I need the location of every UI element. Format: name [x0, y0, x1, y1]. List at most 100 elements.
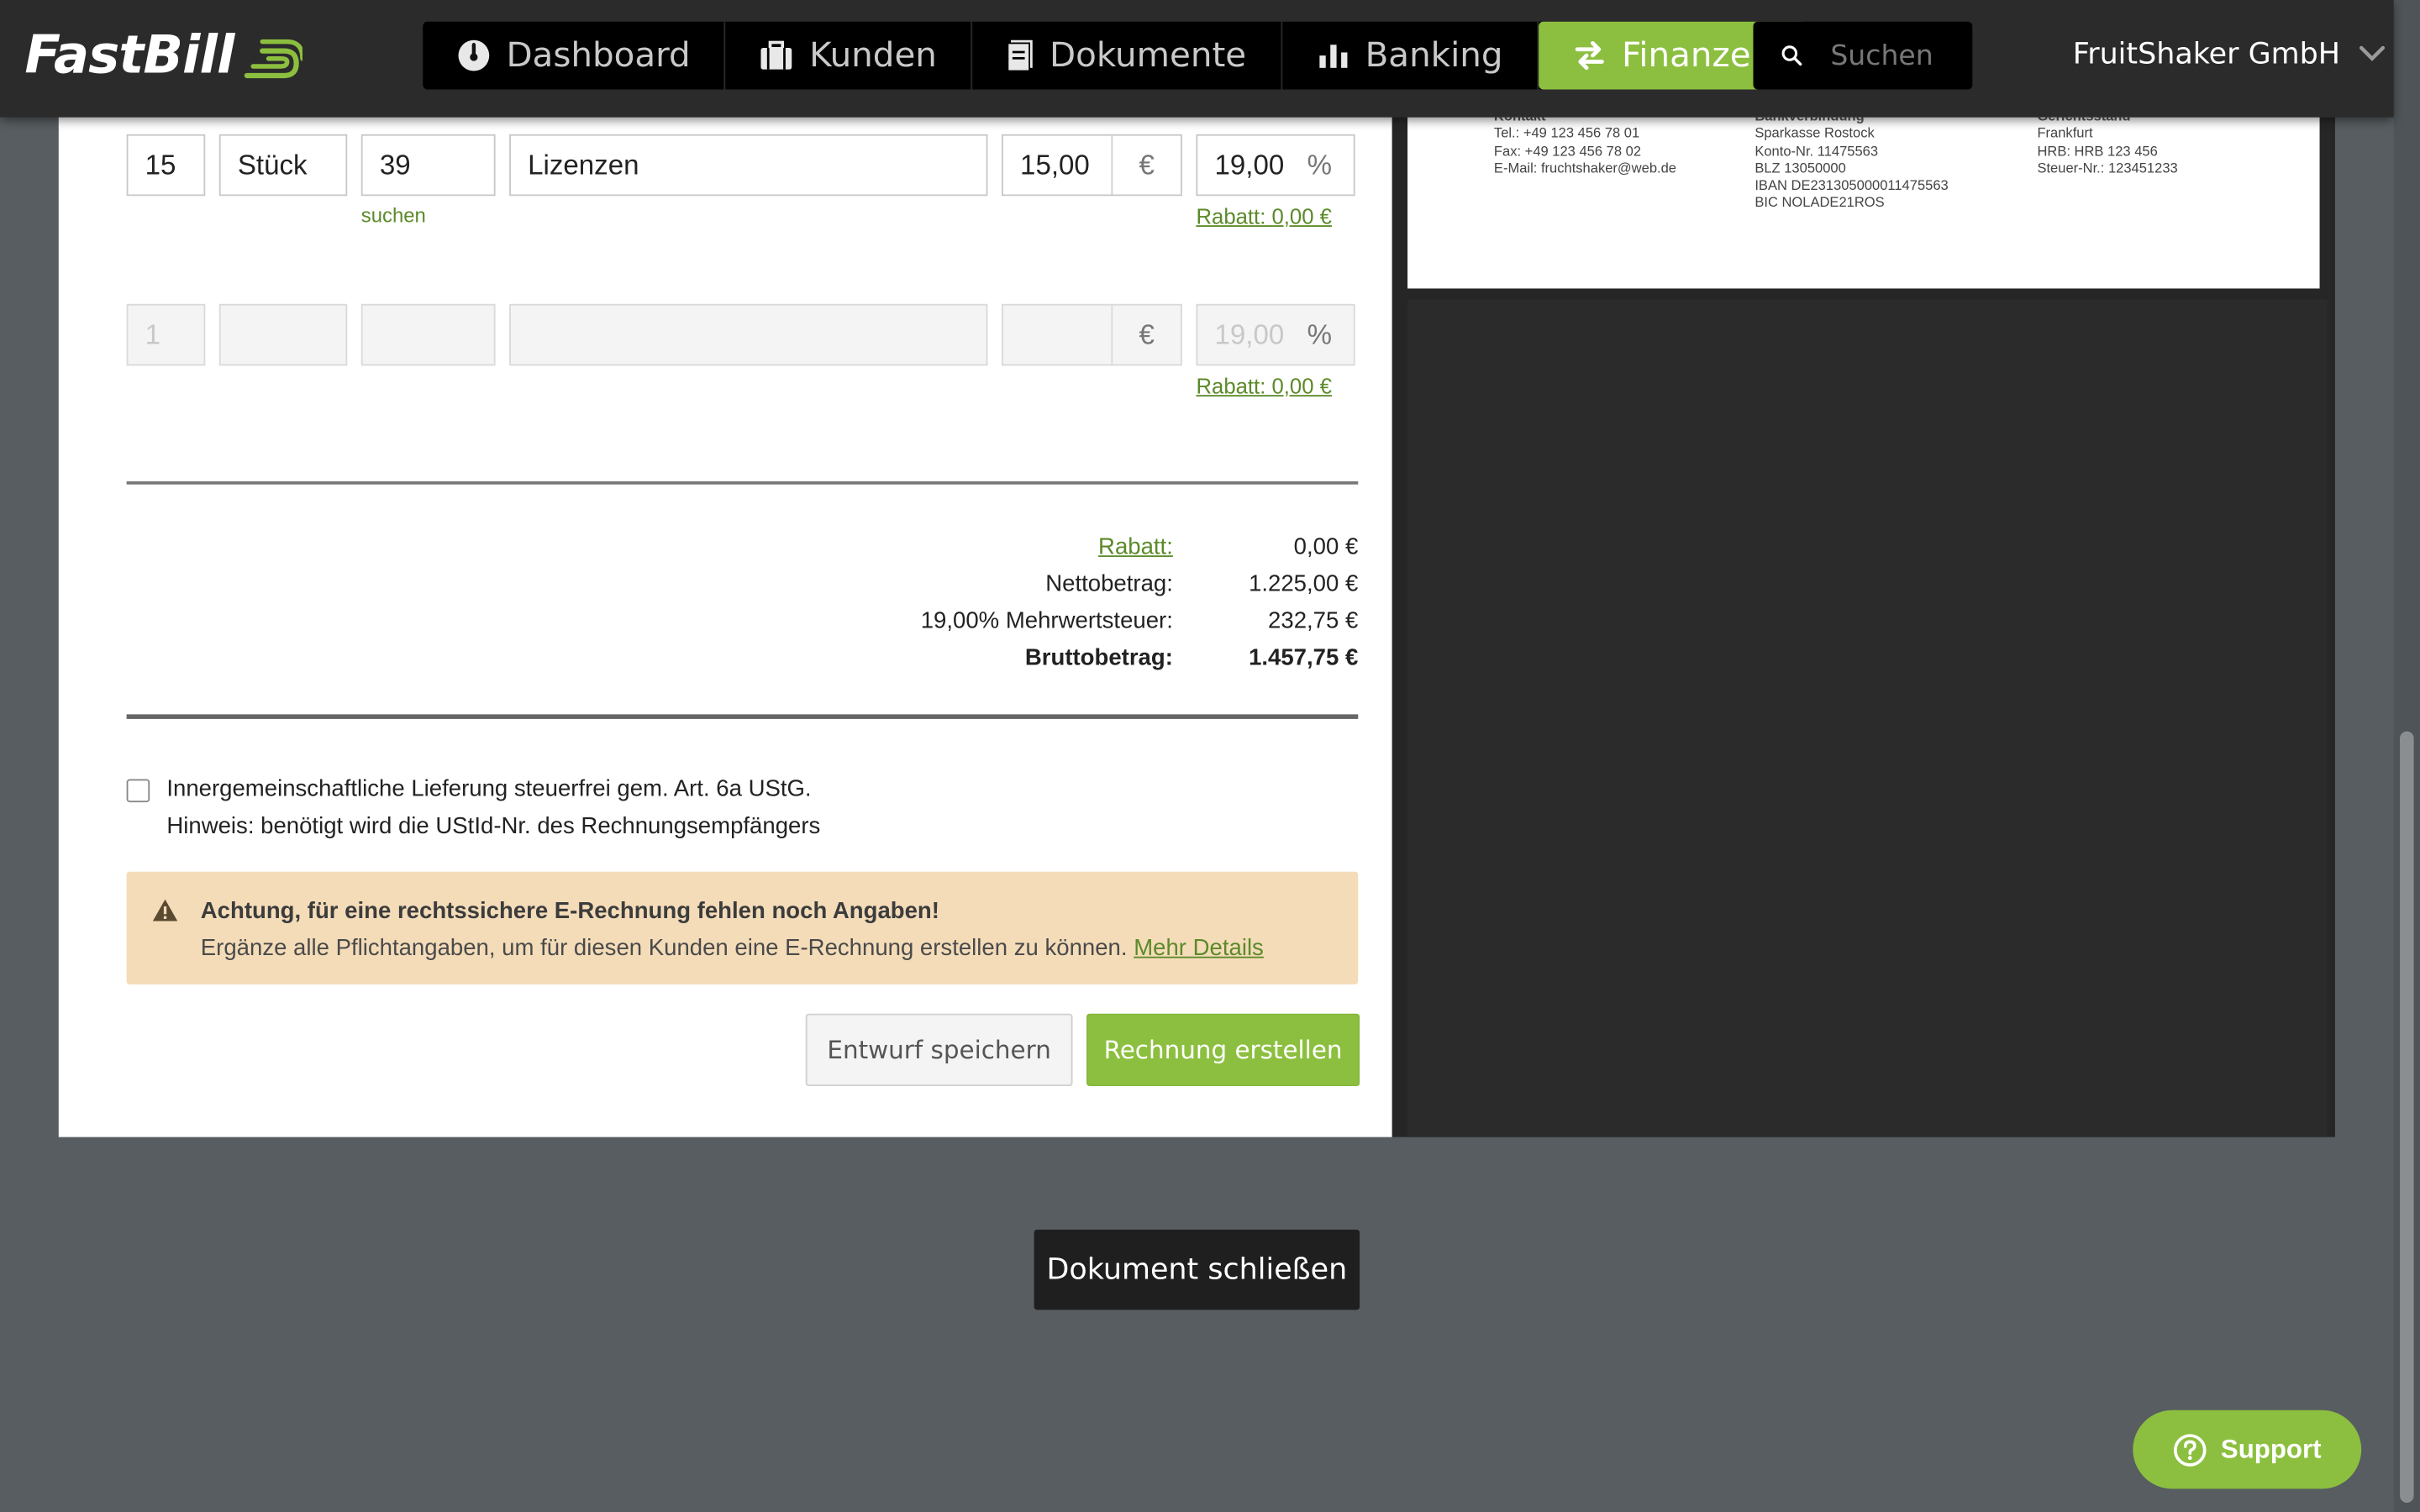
- main-nav: Dashboard Kunden Dokumente Banking Finan…: [423, 21, 1807, 90]
- vat-row: 19,00% Mehrwertsteuer: 232,75 €: [127, 601, 1359, 638]
- quantity-placeholder: 1: [145, 318, 161, 350]
- totals-block: Rabatt: 0,00 € Nettobetrag: 1.225,00 € 1…: [127, 528, 1359, 675]
- nav-label: Dokumente: [1050, 36, 1247, 76]
- tax-rate-placeholder: 19,00: [1214, 318, 1285, 350]
- preview-line: BLZ 13050000: [1754, 160, 1846, 176]
- percent-unit-label: %: [1307, 318, 1333, 350]
- preview-line: Sparkasse Rostock: [1754, 125, 1875, 141]
- preview-line: HRB: HRB 123 456: [2037, 143, 2158, 159]
- search-input[interactable]: [1827, 37, 1973, 74]
- nav-label: Banking: [1365, 36, 1503, 76]
- bar-chart-icon: [1318, 45, 1347, 68]
- help-question-icon: [2173, 1433, 2207, 1466]
- support-button[interactable]: Support: [2133, 1410, 2362, 1489]
- percent-unit-label: %: [1307, 149, 1333, 180]
- intra-community-hint: Hinweis: benötigt wird die UStId-Nr. des…: [166, 812, 821, 840]
- intra-community-label: Innergemeinschaftliche Lieferung steuerf…: [166, 775, 812, 803]
- intra-community-checkbox[interactable]: [126, 779, 150, 803]
- discount-total-value: 0,00 €: [1293, 533, 1359, 559]
- new-unit-input[interactable]: [218, 303, 348, 366]
- description-value: Lizenzen: [528, 149, 639, 180]
- global-search[interactable]: [1753, 21, 1973, 90]
- document-preview-panel: Kontakt Tel.: +49 123 456 78 01 Fax: +49…: [1392, 117, 2335, 1137]
- net-amount-value: 1.225,00 €: [1249, 570, 1359, 596]
- warning-message: Ergänze alle Pflichtangaben, um für dies…: [200, 935, 1128, 962]
- discount-total-link[interactable]: Rabatt:: [1098, 533, 1173, 559]
- e-invoice-warning: Achtung, für eine rechtssichere E-Rechnu…: [126, 871, 1359, 984]
- preview-heading: Gerichtsstand: [2037, 118, 2177, 126]
- preview-line: IBAN DE231305000011475563: [1754, 177, 1949, 193]
- preview-line: Tel.: +49 123 456 78 01: [1493, 125, 1640, 141]
- app-canvas: FastBill Dashboard Kunden Dokumente Bank…: [0, 0, 2420, 1512]
- top-navigation-bar: FastBill Dashboard Kunden Dokumente Bank…: [0, 0, 2394, 118]
- tax-rate-value: 19,00: [1214, 149, 1285, 180]
- dashboard-gauge-icon: [458, 39, 490, 71]
- nav-item-banking[interactable]: Banking: [1281, 21, 1539, 90]
- net-amount-row: Nettobetrag: 1.225,00 €: [127, 564, 1359, 601]
- transfer-arrows-icon: [1575, 41, 1604, 71]
- divider: [126, 481, 1359, 484]
- warning-title: Achtung, für eine rechtssichere E-Rechnu…: [200, 897, 939, 925]
- nav-item-dashboard[interactable]: Dashboard: [423, 21, 726, 90]
- preview-line: BIC NOLADE21ROS: [1754, 195, 1885, 211]
- fastbill-logo[interactable]: FastBill: [24, 22, 302, 90]
- article-search-link[interactable]: suchen: [361, 203, 426, 227]
- company-name: FruitShaker GmbH: [2072, 37, 2341, 71]
- new-article-number-input[interactable]: [360, 303, 496, 366]
- price-input[interactable]: 15,00 €: [1002, 134, 1182, 197]
- vat-value: 232,75 €: [1268, 606, 1359, 633]
- preview-contact: Kontakt Tel.: +49 123 456 78 01 Fax: +49…: [1494, 118, 1676, 178]
- preview-empty-area: [1407, 299, 2328, 1137]
- create-invoice-button[interactable]: Rechnung erstellen: [1086, 1013, 1360, 1087]
- new-price-input[interactable]: €: [1002, 303, 1182, 366]
- quantity-value: 15: [145, 149, 176, 180]
- new-quantity-input[interactable]: 1: [126, 303, 206, 366]
- divider: [126, 714, 1359, 719]
- unit-input[interactable]: Stück: [218, 134, 348, 197]
- unit-value: Stück: [237, 149, 308, 180]
- chevron-down-icon: [2360, 45, 2386, 61]
- description-input[interactable]: Lizenzen: [509, 134, 988, 197]
- euro-unit-label: €: [1111, 135, 1181, 195]
- gross-amount-value: 1.457,75 €: [1249, 643, 1359, 671]
- preview-heading: Bankverbindung: [1754, 118, 1948, 126]
- new-tax-rate-input[interactable]: 19,00 %: [1196, 303, 1355, 366]
- nav-label: Dashboard: [506, 36, 691, 76]
- net-amount-label: Nettobetrag:: [1045, 570, 1173, 596]
- nav-label: Finanzen: [1621, 36, 1773, 76]
- nav-item-dokumente[interactable]: Dokumente: [972, 21, 1282, 90]
- close-document-button[interactable]: Dokument schließen: [1034, 1229, 1360, 1310]
- save-draft-button[interactable]: Entwurf speichern: [805, 1013, 1073, 1087]
- vat-label: 19,00% Mehrwertsteuer:: [920, 606, 1173, 633]
- new-description-input[interactable]: [509, 303, 988, 366]
- invoice-preview-page: Kontakt Tel.: +49 123 456 78 01 Fax: +49…: [1407, 117, 2320, 289]
- warning-triangle-icon: [152, 899, 178, 921]
- company-switcher[interactable]: FruitShaker GmbH: [2073, 37, 2386, 71]
- discount-total-row: Rabatt: 0,00 €: [127, 528, 1359, 564]
- nav-label: Kunden: [809, 36, 937, 76]
- article-number-input[interactable]: 39: [360, 134, 496, 197]
- more-details-link[interactable]: Mehr Details: [1134, 935, 1264, 961]
- support-label: Support: [2220, 1434, 2322, 1464]
- preview-court: Gerichtsstand Frankfurt HRB: HRB 123 456…: [2037, 118, 2177, 178]
- article-number-value: 39: [379, 149, 411, 180]
- scrollbar-thumb[interactable]: [2400, 731, 2414, 1503]
- preview-heading: Kontakt: [1494, 118, 1676, 126]
- price-value: 15,00: [1020, 149, 1090, 180]
- preview-bank: Bankverbindung Sparkasse Rostock Konto-N…: [1754, 118, 1948, 213]
- preview-line: Konto-Nr. 11475563: [1754, 143, 1879, 159]
- preview-line: Fax: +49 123 456 78 02: [1493, 143, 1642, 159]
- page-scrollbar[interactable]: [2393, 0, 2420, 1512]
- preview-line: E-Mail: fruchtshaker@web.de: [1493, 160, 1677, 176]
- euro-unit-label: €: [1111, 305, 1181, 365]
- search-icon: [1781, 45, 1802, 66]
- gross-amount-label: Bruttobetrag:: [1024, 643, 1173, 671]
- line-discount-link[interactable]: Rabatt: 0,00 €: [1196, 367, 1334, 404]
- logo-wave-icon: [244, 39, 302, 79]
- preview-line: Frankfurt: [2037, 125, 2093, 141]
- nav-item-kunden[interactable]: Kunden: [726, 21, 973, 90]
- gross-amount-row: Bruttobetrag: 1.457,75 €: [127, 638, 1359, 675]
- line-discount-link[interactable]: Rabatt: 0,00 €: [1196, 197, 1334, 234]
- quantity-input[interactable]: 15: [126, 134, 206, 197]
- tax-rate-input[interactable]: 19,00 %: [1196, 134, 1355, 197]
